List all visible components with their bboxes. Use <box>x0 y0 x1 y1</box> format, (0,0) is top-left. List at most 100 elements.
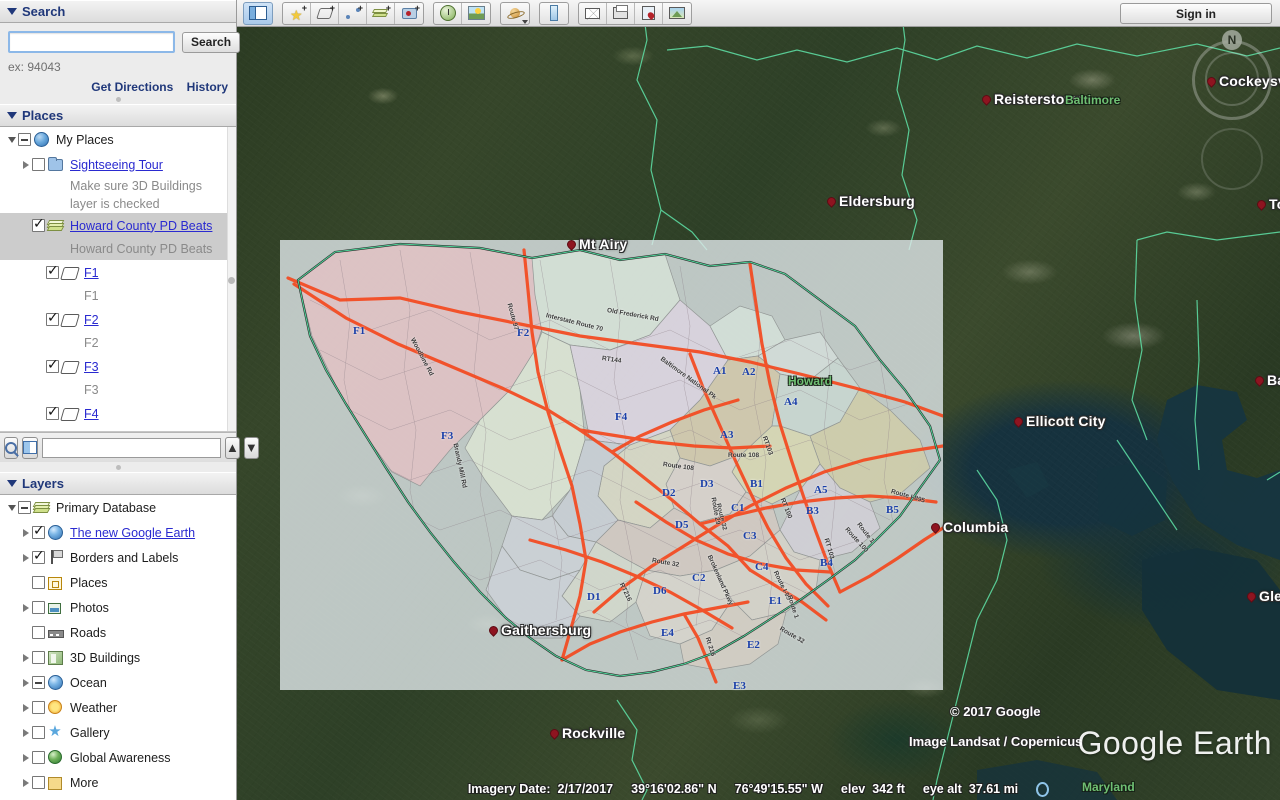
chevron-down-icon[interactable] <box>7 112 17 119</box>
map-viewport[interactable]: F1 F2 F3 F4 A1 A2 A3 A4 A5 B1 B3 B4 B5 C1 C2 C3 C4 D1 D2 D3… <box>237 0 1280 800</box>
sidebar-panel-icon[interactable] <box>243 1 273 25</box>
layers-item-borders-and-labels[interactable]: Borders and Labels <box>0 545 236 570</box>
chevron-down-icon[interactable] <box>7 480 17 487</box>
places-panel-header[interactable]: Places <box>0 104 236 127</box>
historical-imagery-clock-icon[interactable] <box>434 2 462 24</box>
chevron-right-icon[interactable] <box>20 545 32 570</box>
search-panel-resize-grip[interactable] <box>8 94 228 104</box>
layers-item-roads[interactable]: Roads <box>0 620 236 645</box>
arrow-down-icon[interactable]: ▼ <box>243 436 259 459</box>
search-input[interactable] <box>8 31 175 53</box>
places-item-f1[interactable]: F1 <box>0 260 227 285</box>
layers-item-terrain[interactable]: Terrain <box>0 795 236 800</box>
howard-county-pd-beats-overlay[interactable]: F1 F2 F3 F4 A1 A2 A3 A4 A5 B1 B3 B4 B5 C1 C2 C3 C4 D1 D2 D3… <box>280 240 943 692</box>
layers-item-places[interactable]: Places <box>0 570 236 595</box>
email-icon[interactable] <box>579 2 607 24</box>
places-my-places-checkbox[interactable] <box>18 133 31 146</box>
arrow-up-icon[interactable]: ▲ <box>225 436 240 459</box>
placemark-icon[interactable]: + <box>283 2 311 24</box>
layers-places-checkbox[interactable] <box>32 576 45 589</box>
layers-photos-checkbox[interactable] <box>32 601 45 614</box>
navigation-compass[interactable]: N <box>1187 28 1277 190</box>
places-item-label[interactable]: F2 <box>84 313 99 327</box>
chevron-right-icon[interactable] <box>20 645 32 670</box>
layers-item-ocean[interactable]: Ocean <box>0 670 236 695</box>
print-icon[interactable] <box>607 2 635 24</box>
places-filter-input[interactable] <box>42 437 221 458</box>
places-tree[interactable]: My Places Sightseeing Tour Make sure 3D Bu… <box>0 127 227 431</box>
places-item-label[interactable]: Sightseeing Tour <box>70 158 163 172</box>
places-panel[interactable]: My Places Sightseeing Tour Make sure 3D Bu… <box>0 127 236 432</box>
layers-the-new-google-earth-checkbox[interactable] <box>32 523 45 539</box>
layers-item-label[interactable]: The new Google Earth <box>70 526 195 540</box>
planet-switch-icon[interactable] <box>500 1 530 25</box>
places-item-label[interactable]: F3 <box>84 360 99 374</box>
search-panel-header[interactable]: Search <box>0 0 236 23</box>
places-f2-checkbox[interactable] <box>46 310 59 326</box>
chevron-right-icon[interactable] <box>20 770 32 795</box>
layers-tree[interactable]: Primary Database The new Google Earth Bord… <box>0 495 236 800</box>
places-item-f4[interactable]: F4 <box>0 401 227 426</box>
layers-global-awareness-checkbox[interactable] <box>32 751 45 764</box>
compass-north-indicator[interactable]: N <box>1222 30 1242 50</box>
zoom-ring[interactable] <box>1201 128 1263 190</box>
sign-in-button[interactable]: Sign in <box>1120 3 1272 24</box>
compass-inner-ring[interactable] <box>1205 52 1259 106</box>
layers-item-global-awareness[interactable]: Global Awareness <box>0 745 236 770</box>
places-item-my-places[interactable]: My Places <box>0 127 227 152</box>
places-f4-checkbox[interactable] <box>46 404 59 420</box>
layers-item-the-new-google-earth[interactable]: The new Google Earth <box>0 520 236 545</box>
get-directions-link[interactable]: Get Directions <box>91 80 173 94</box>
save-image-icon[interactable] <box>635 2 663 24</box>
places-item-label[interactable]: F4 <box>84 407 99 421</box>
layers-item-gallery[interactable]: ★ Gallery <box>0 720 236 745</box>
layers-item-weather[interactable]: Weather <box>0 695 236 720</box>
places-item-howard-county-pd-beats[interactable]: Howard County PD Beats <box>0 213 227 238</box>
split-view-icon[interactable] <box>22 436 38 459</box>
magnifier-icon[interactable] <box>4 436 18 459</box>
places-resize-grip[interactable] <box>0 462 236 472</box>
layers-item-more[interactable]: More <box>0 770 236 795</box>
chevron-down-icon[interactable] <box>6 495 18 520</box>
places-scrollbar-thumb[interactable] <box>228 277 235 284</box>
layers-ocean-checkbox[interactable] <box>32 676 45 689</box>
layers-weather-checkbox[interactable] <box>32 701 45 714</box>
polygon-icon[interactable]: + <box>311 2 339 24</box>
chevron-right-icon[interactable] <box>20 595 32 620</box>
places-item-f3[interactable]: F3 <box>0 354 227 379</box>
view-in-maps-icon[interactable] <box>663 3 691 24</box>
places-scrollbar[interactable] <box>227 127 236 431</box>
layers-roads-checkbox[interactable] <box>32 626 45 639</box>
chevron-down-icon[interactable] <box>7 8 17 15</box>
layers-primary-database-checkbox[interactable] <box>18 501 31 514</box>
layers-panel[interactable]: Primary Database The new Google Earth Bord… <box>0 495 236 800</box>
places-howard-county-pd-beats-checkbox[interactable] <box>32 216 45 232</box>
path-icon[interactable]: + <box>339 2 367 24</box>
layers-more-checkbox[interactable] <box>32 776 45 789</box>
tour-icon[interactable]: + <box>395 3 423 24</box>
image-overlay-icon[interactable]: + <box>367 2 395 24</box>
sunlight-icon[interactable] <box>462 3 490 24</box>
chevron-down-icon[interactable] <box>6 127 18 152</box>
search-button[interactable]: Search <box>182 31 241 53</box>
places-f3-checkbox[interactable] <box>46 357 59 373</box>
places-sightseeing-tour-checkbox[interactable] <box>32 158 45 171</box>
places-item-sightseeing-tour[interactable]: Sightseeing Tour <box>0 152 227 177</box>
layers-borders-and-labels-checkbox[interactable] <box>32 548 45 564</box>
ruler-icon[interactable] <box>539 1 569 25</box>
layers-3d-buildings-checkbox[interactable] <box>32 651 45 664</box>
chevron-right-icon[interactable] <box>20 670 32 695</box>
places-f1-checkbox[interactable] <box>46 263 59 279</box>
layers-item-photos[interactable]: Photos <box>0 595 236 620</box>
chevron-right-icon[interactable] <box>20 720 32 745</box>
chevron-right-icon[interactable] <box>20 520 32 545</box>
places-item-label[interactable]: Howard County PD Beats <box>70 219 212 233</box>
chevron-right-icon[interactable] <box>20 695 32 720</box>
layers-item-3d-buildings[interactable]: 3D Buildings <box>0 645 236 670</box>
chevron-right-icon[interactable] <box>20 745 32 770</box>
places-item-f2[interactable]: F2 <box>0 307 227 332</box>
chevron-right-icon[interactable] <box>20 152 32 177</box>
layers-panel-header[interactable]: Layers <box>0 472 236 495</box>
places-item-label[interactable]: F1 <box>84 266 99 280</box>
layers-gallery-checkbox[interactable] <box>32 726 45 739</box>
